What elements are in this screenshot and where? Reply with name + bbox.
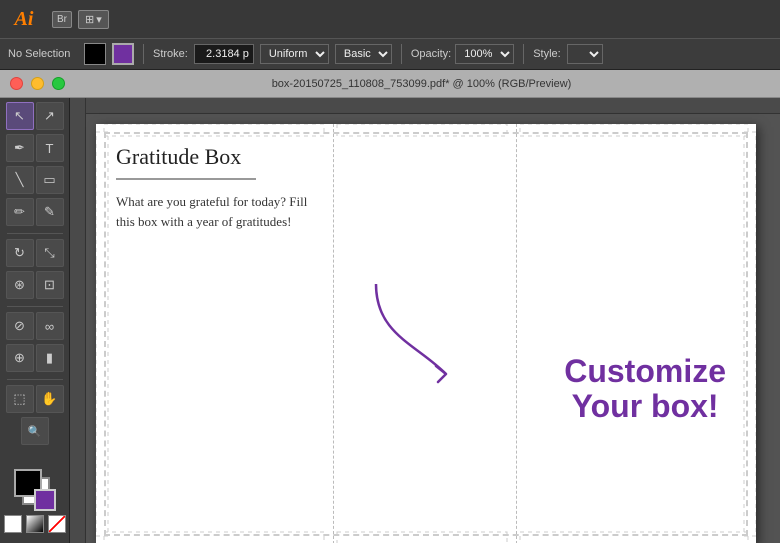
draw-tools-1: ✒ T — [6, 134, 64, 162]
selection-tools: ↖ ↗ — [6, 102, 64, 130]
warp-tool[interactable]: ⊛ — [6, 271, 34, 299]
tool-separator-2 — [7, 306, 63, 307]
left-panel: Gratitude Box What are you grateful for … — [116, 144, 316, 231]
rotate-tool[interactable]: ↻ — [6, 239, 34, 267]
blend-tool[interactable]: ∞ — [36, 312, 64, 340]
fill-color-box[interactable] — [84, 43, 106, 65]
arrangement-menu[interactable]: ⊞ ▾ — [78, 10, 109, 29]
stroke-type-select[interactable]: Uniform — [260, 44, 329, 64]
heading-underline — [116, 178, 256, 180]
normal-mode-swatch[interactable] — [4, 515, 22, 533]
canvas-area[interactable]: Gratitude Box What are you grateful for … — [70, 98, 780, 543]
pen-tool[interactable]: ✒ — [6, 134, 34, 162]
free-transform-tool[interactable]: ⊡ — [36, 271, 64, 299]
pencil-tool[interactable]: ✎ — [36, 198, 64, 226]
main-area: ↖ ↗ ✒ T ╲ ▭ ✏ ✎ ↻ ⤡ ⊛ ⊡ ⊘ ∞ ⊕ — [0, 98, 780, 543]
window-title: box-20150725_110808_753099.pdf* @ 100% (… — [73, 78, 770, 90]
gradient-mode-swatch[interactable] — [26, 515, 44, 533]
warp-tools: ⊛ ⊡ — [6, 271, 64, 299]
close-button[interactable] — [10, 77, 23, 90]
fg-bg-swatches[interactable] — [14, 469, 56, 511]
hand-tool[interactable]: ✋ — [36, 385, 64, 413]
arrangement-chevron: ▾ — [96, 13, 102, 26]
color-swatches — [4, 463, 66, 539]
tool-separator-1 — [7, 233, 63, 234]
menu-bar: Ai Br ⊞ ▾ — [0, 0, 780, 38]
view-tools: ⬚ ✋ — [6, 385, 64, 413]
paintbrush-tool[interactable]: ✏ — [6, 198, 34, 226]
minimize-button[interactable] — [31, 77, 44, 90]
type-tool[interactable]: T — [36, 134, 64, 162]
opacity-label: Opacity: — [411, 48, 451, 60]
opacity-group: Opacity: 100% — [411, 44, 514, 64]
body-text: What are you grateful for today? Fill th… — [116, 192, 316, 231]
br-badge[interactable]: Br — [52, 11, 72, 28]
symbol-sprayer-tool[interactable]: ⊕ — [6, 344, 34, 372]
graph-tool[interactable]: ▮ — [36, 344, 64, 372]
draw-tools-3: ✏ ✎ — [6, 198, 64, 226]
ruler-vertical — [70, 98, 86, 543]
stroke-label: Stroke: — [153, 48, 188, 60]
selection-tool[interactable]: ↖ — [6, 102, 34, 130]
zoom-tools: 🔍 — [21, 417, 49, 445]
rectangle-tool[interactable]: ▭ — [36, 166, 64, 194]
draw-tools-2: ╲ ▭ — [6, 166, 64, 194]
style-select[interactable] — [567, 44, 603, 64]
maximize-button[interactable] — [52, 77, 65, 90]
divider-3 — [523, 44, 524, 64]
stroke-profile-select[interactable]: Basic — [335, 44, 392, 64]
line-tool[interactable]: ╲ — [6, 166, 34, 194]
none-mode-swatch[interactable] — [48, 515, 66, 533]
ai-logo: Ai — [8, 4, 40, 34]
transform-tools: ↻ ⤡ — [6, 239, 64, 267]
page[interactable]: Gratitude Box What are you grateful for … — [96, 124, 756, 543]
tool-separator-3 — [7, 379, 63, 380]
opacity-select[interactable]: 100% — [455, 44, 514, 64]
arrow-decoration — [296, 274, 496, 394]
arrangement-icon: ⊞ — [85, 13, 94, 26]
artboard-tool[interactable]: ⬚ — [6, 385, 34, 413]
eyedropper-tool[interactable]: ⊘ — [6, 312, 34, 340]
window-chrome: box-20150725_110808_753099.pdf* @ 100% (… — [0, 70, 780, 98]
direct-selection-tool[interactable]: ↗ — [36, 102, 64, 130]
symbol-tools: ⊕ ▮ — [6, 344, 64, 372]
toolbar: No Selection Stroke: Uniform Basic Opaci… — [0, 38, 780, 70]
style-label: Style: — [533, 48, 561, 60]
customize-line2: Your box! — [564, 389, 726, 424]
stroke-color-swatch[interactable] — [34, 489, 56, 511]
document-heading: Gratitude Box — [116, 144, 316, 170]
color-mode-row — [4, 515, 66, 533]
scale-tool[interactable]: ⤡ — [36, 239, 64, 267]
ruler-horizontal — [70, 98, 780, 114]
document-container: Gratitude Box What are you grateful for … — [96, 124, 770, 533]
left-toolbar: ↖ ↗ ✒ T ╲ ▭ ✏ ✎ ↻ ⤡ ⊛ ⊡ ⊘ ∞ ⊕ — [0, 98, 70, 543]
selection-status: No Selection — [8, 48, 78, 60]
customize-text: Customize Your box! — [564, 354, 726, 424]
stroke-color-box[interactable] — [112, 43, 134, 65]
stroke-value-input[interactable] — [194, 44, 254, 64]
sample-tools: ⊘ ∞ — [6, 312, 64, 340]
column-guide-2 — [516, 124, 517, 543]
divider-2 — [401, 44, 402, 64]
customize-line1: Customize — [564, 354, 726, 389]
zoom-tool[interactable]: 🔍 — [21, 417, 49, 445]
divider-1 — [143, 44, 144, 64]
